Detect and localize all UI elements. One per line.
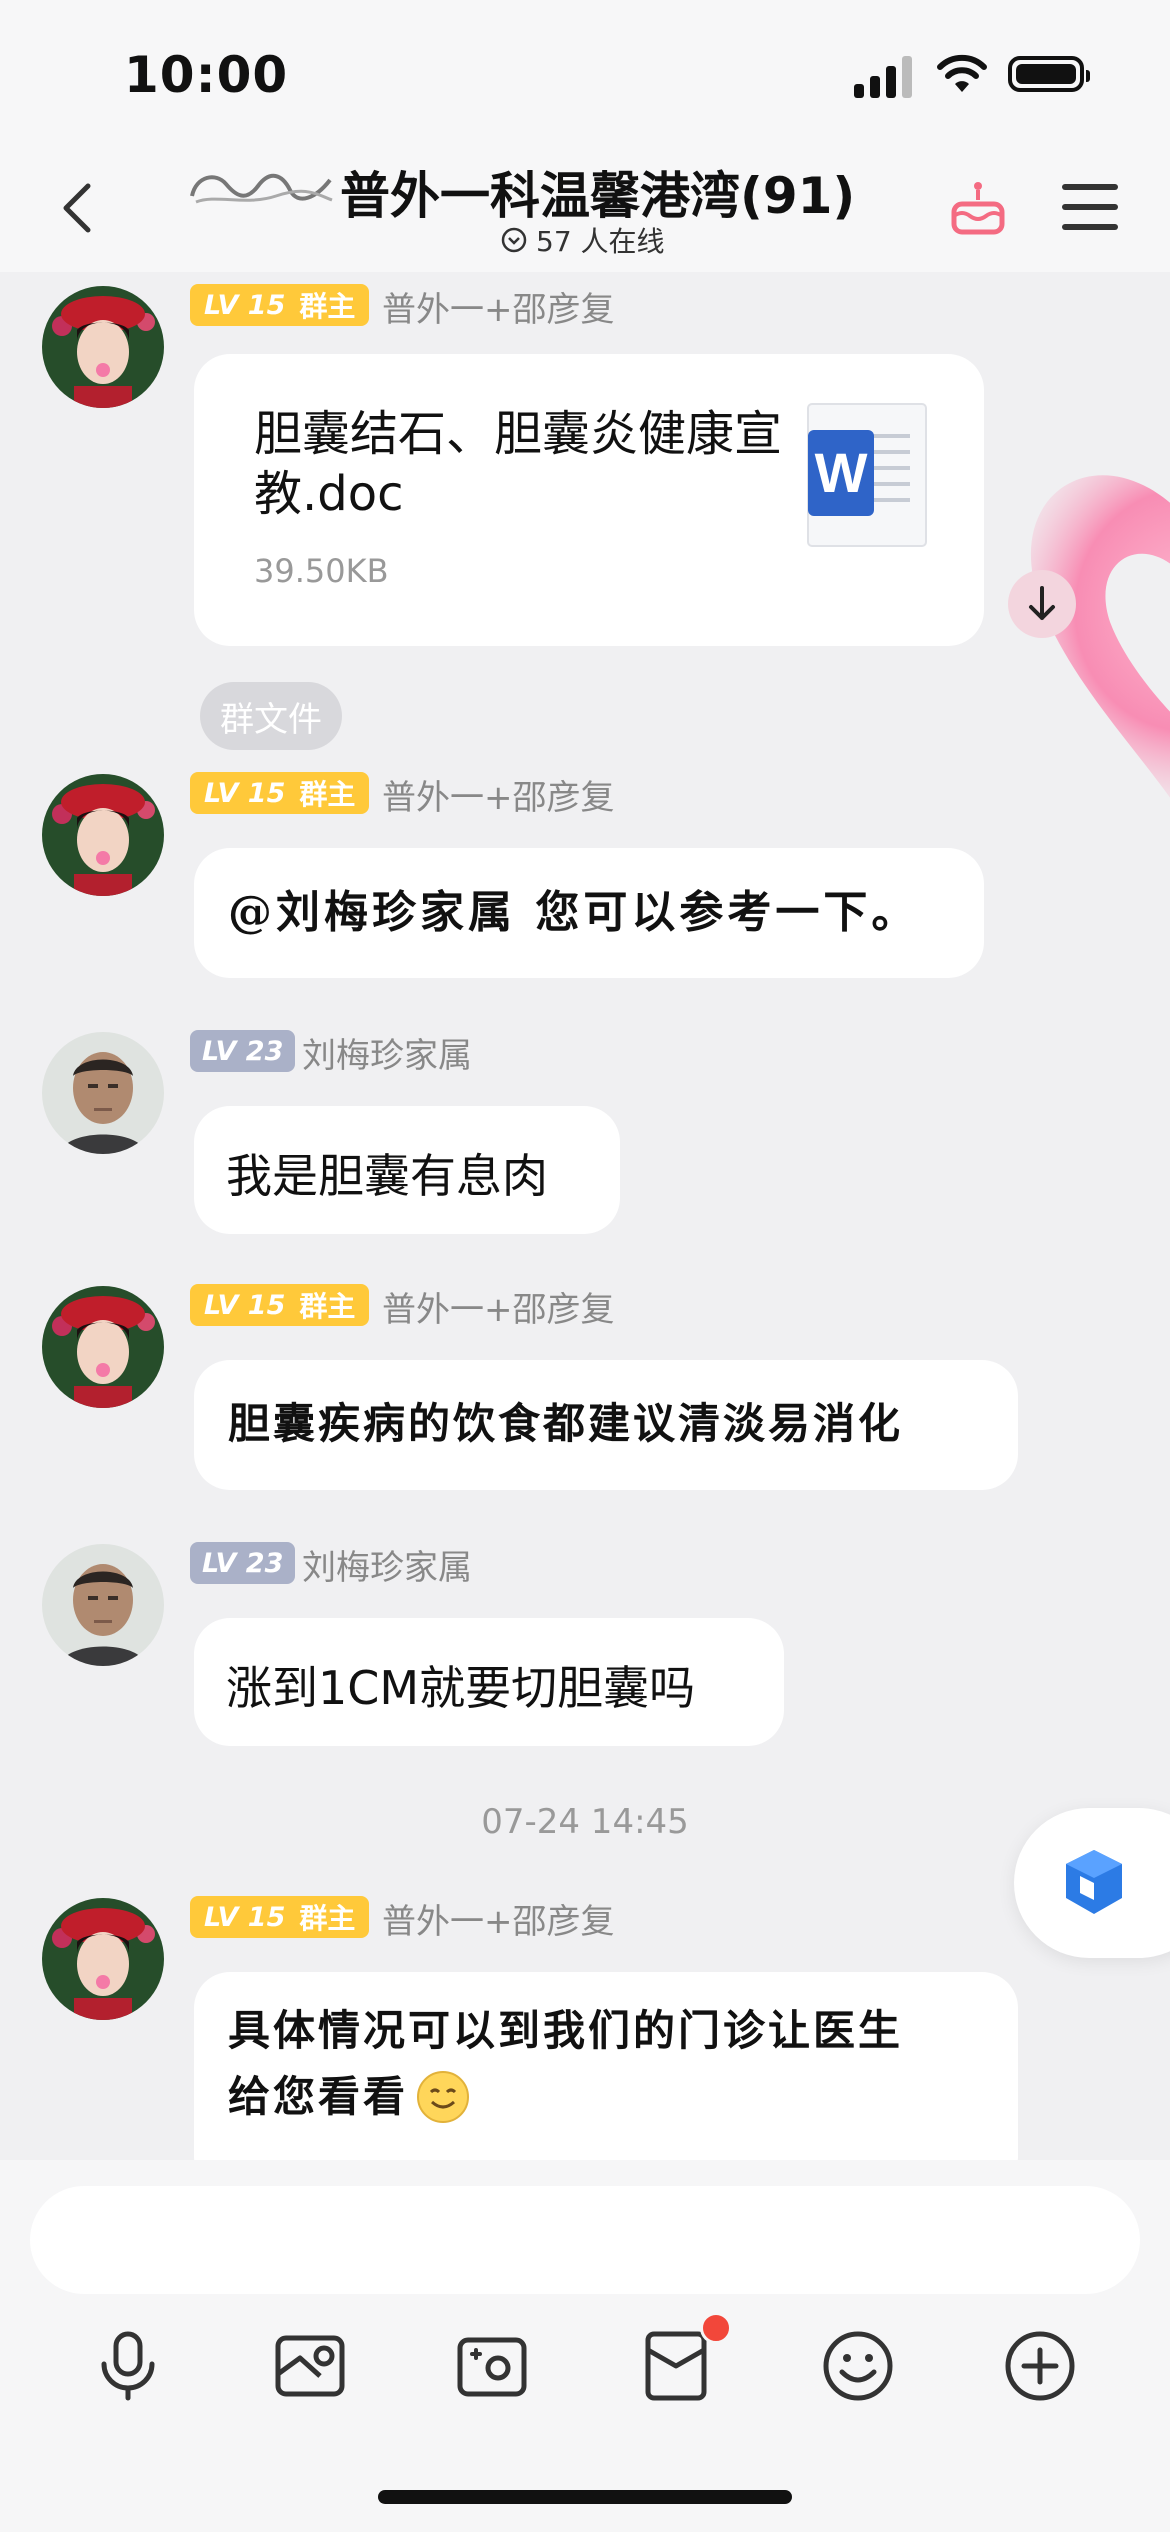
plus-icon[interactable] [1000,2326,1080,2406]
svg-text:W: W [815,441,868,504]
microphone-icon[interactable] [88,2326,168,2406]
message-list[interactable]: LV 15 群主 普外一+邵彦复 胆囊结石、胆囊炎健康宣教.doc 39.50K… [0,272,1170,2160]
online-count[interactable]: 57 人在线 [500,220,665,260]
level-badge: LV 23 [190,1542,296,1584]
smile-emoji-icon [417,2071,470,2123]
group-title[interactable]: 普外一科温馨港湾(91) [340,156,855,228]
status-time: 10:00 [124,46,289,104]
message-input[interactable] [30,2186,1140,2294]
message-timestamp: 07-24 14:45 [481,1802,689,1842]
level-badge: LV 15 群主 [190,1896,370,1938]
level-label: LV 15 [204,777,286,809]
file-size: 39.50KB [254,552,389,590]
message-bubble[interactable]: 胆囊疾病的饮食都建议清淡易消化 [194,1360,1018,1490]
wifi-icon [937,54,987,92]
sender-name[interactable]: 普外一+邵彦复 [382,282,615,331]
avatar[interactable] [42,1544,164,1666]
message-bubble[interactable]: 具体情况可以到我们的门诊让医生 给您看看 [194,1972,1018,2160]
online-count-label: 57 人在线 [536,225,665,258]
image-icon[interactable] [270,2326,350,2406]
role-label: 群主 [299,778,356,811]
cellular-signal-icon [854,54,914,98]
sender-name[interactable]: 普外一+邵彦复 [382,1282,615,1331]
menu-icon[interactable] [1060,180,1120,236]
back-arrow-icon[interactable] [50,178,110,238]
role-label: 群主 [299,1902,356,1935]
message-bubble[interactable]: 我是胆囊有息肉 [194,1106,620,1234]
message-line: 给您看看 [228,2072,409,2121]
cube-app-icon [1066,1850,1122,1914]
file-name: 胆囊结石、胆囊炎健康宣教.doc [254,406,783,522]
chat-header: 普外一科温馨港湾(91) 57 人在线 [0,150,1170,272]
level-label: LV 15 [204,1901,286,1933]
group-file-tag[interactable]: 群文件 [200,682,342,750]
avatar[interactable] [42,774,164,896]
battery-icon [1008,56,1090,92]
sender-name[interactable]: 普外一+邵彦复 [382,770,615,819]
level-label: LV 15 [204,1289,286,1321]
avatar[interactable] [42,1032,164,1154]
composer [0,2160,1170,2532]
message-bubble[interactable]: 涨到1CM就要切胆囊吗 [194,1618,784,1746]
level-badge: LV 15 群主 [190,1284,370,1326]
level-label: LV 23 [202,1035,284,1067]
level-label: LV 23 [202,1547,284,1579]
group-logo-icon [190,174,333,204]
role-label: 群主 [299,290,356,323]
arrow-down-icon [1029,586,1055,620]
message-bubble[interactable]: @刘梅珍家属 您可以参考一下。 [194,848,984,978]
avatar[interactable] [42,1898,164,2020]
message-line: 具体情况可以到我们的门诊让医生 [228,2006,904,2055]
home-indicator[interactable] [378,2490,792,2504]
word-document-icon: W [807,403,927,547]
sender-name[interactable]: 刘梅珍家属 [302,1028,472,1077]
notification-dot [700,2312,732,2344]
sender-name[interactable]: 刘梅珍家属 [302,1540,472,1589]
chevron-down-circle-icon [501,227,527,253]
status-bar: 10:00 [0,0,1170,150]
role-label: 群主 [299,1290,356,1323]
birthday-cake-icon[interactable] [946,176,1010,240]
avatar[interactable] [42,1286,164,1408]
scroll-down-button[interactable] [1008,570,1076,638]
level-badge: LV 15 群主 [190,772,370,814]
level-badge: LV 15 群主 [190,284,370,326]
level-badge: LV 23 [190,1030,296,1072]
sender-name[interactable]: 普外一+邵彦复 [382,1894,615,1943]
level-label: LV 15 [204,289,286,321]
file-message[interactable]: 胆囊结石、胆囊炎健康宣教.doc 39.50KB W [194,354,984,646]
heart-decoration-icon [1030,475,1170,798]
floating-app-button[interactable] [1014,1808,1170,1958]
avatar[interactable] [42,286,164,408]
camera-icon[interactable] [452,2326,532,2406]
emoji-icon[interactable] [818,2326,898,2406]
